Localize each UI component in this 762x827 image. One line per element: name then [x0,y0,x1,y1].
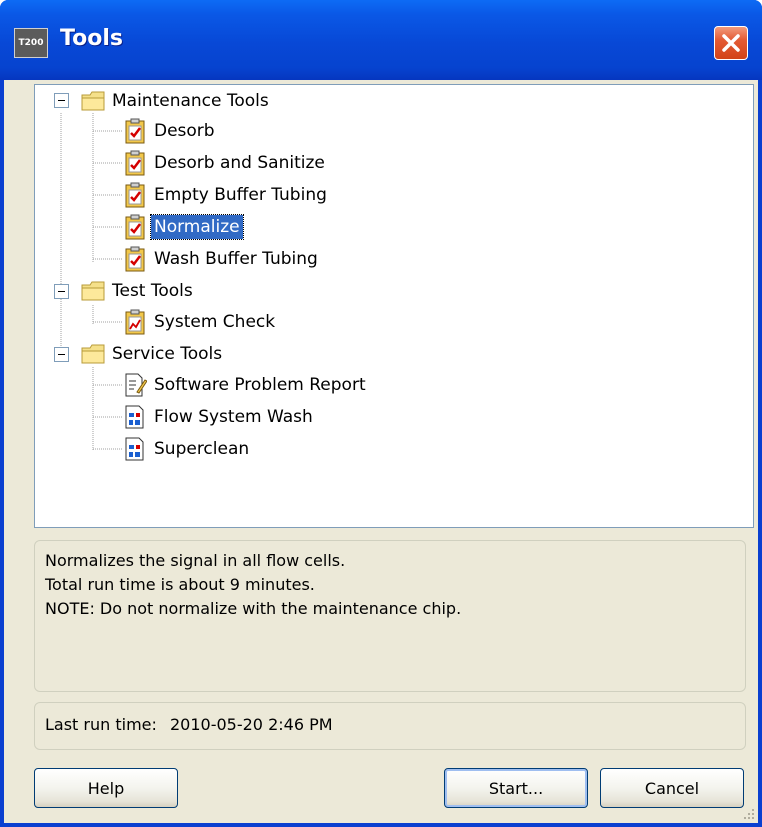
description-line: NOTE: Do not normalize with the maintena… [45,599,462,618]
expander-maintenance-tools[interactable] [54,93,69,108]
tree-item-system-check[interactable]: System Check [123,308,278,336]
folder-icon [81,344,105,364]
tree-group-test-tools[interactable]: Test Tools [81,277,196,305]
clipboard-check-icon [125,182,145,208]
tree-item-label: System Check [154,312,276,332]
document-edit-icon [125,373,147,397]
resize-grip-icon[interactable] [742,807,756,821]
title-bar[interactable]: T200 Tools [0,0,762,80]
clipboard-check-icon [125,150,145,176]
tree-group-maintenance-tools[interactable]: Maintenance Tools [81,87,272,115]
description-line: Total run time is about 9 minutes. [45,575,315,594]
tree-item-label: Desorb and Sanitize [154,153,325,173]
tree-item-wash-buffer-tubing[interactable]: Wash Buffer Tubing [123,245,321,273]
last-run-label: Last run time: [45,715,157,734]
tools-tree[interactable]: Maintenance Tools Desorb Desorb and Sani… [34,84,754,528]
tree-item-software-problem-report[interactable]: Software Problem Report [123,371,369,399]
tree-group-label: Test Tools [112,281,193,301]
tree-group-service-tools[interactable]: Service Tools [81,340,225,368]
expander-test-tools[interactable] [54,284,69,299]
tree-item-label: Empty Buffer Tubing [154,185,327,205]
tree-item-label: Software Problem Report [154,375,366,395]
tree-item-desorb[interactable]: Desorb [123,117,218,145]
tree-item-label: Normalize [150,214,244,240]
help-button[interactable]: Help [34,768,178,808]
tree-item-label: Superclean [154,439,250,459]
clipboard-check-icon [125,246,145,272]
dialog-body: Maintenance Tools Desorb Desorb and Sani… [4,80,758,823]
tree-item-label: Wash Buffer Tubing [154,249,318,269]
document-flowchart-icon [125,437,144,461]
close-icon [722,34,740,52]
start-button[interactable]: Start... [444,768,588,808]
window-title: Tools [60,26,123,51]
close-button[interactable] [714,26,748,60]
description-line: Normalizes the signal in all flow cells. [45,551,346,570]
cancel-button[interactable]: Cancel [600,768,744,808]
tree-item-superclean[interactable]: Superclean [123,435,252,463]
expander-service-tools[interactable] [54,347,69,362]
clipboard-check-icon [125,214,145,240]
tree-item-normalize[interactable]: Normalize [123,213,244,241]
tree-group-label: Service Tools [112,344,223,364]
tree-item-label: Flow System Wash [154,407,313,427]
document-flowchart-icon [125,405,144,429]
folder-icon [81,91,105,111]
folder-icon [81,281,105,301]
tree-group-label: Maintenance Tools [112,91,269,111]
description-panel: Normalizes the signal in all flow cells.… [34,540,746,692]
app-icon: T200 [14,28,48,58]
tree-item-label: Desorb [154,121,215,141]
tree-item-flow-system-wash[interactable]: Flow System Wash [123,403,316,431]
tree-item-desorb-and-sanitize[interactable]: Desorb and Sanitize [123,149,328,177]
tree-item-empty-buffer-tubing[interactable]: Empty Buffer Tubing [123,181,330,209]
clipboard-check-icon [125,118,145,144]
clipboard-chart-icon [125,309,145,335]
last-run-value: 2010-05-20 2:46 PM [170,715,333,734]
last-run-panel: Last run time: 2010-05-20 2:46 PM [34,702,746,750]
tools-dialog: T200 Tools Maintenance Tools Desorb Deso… [0,0,762,827]
